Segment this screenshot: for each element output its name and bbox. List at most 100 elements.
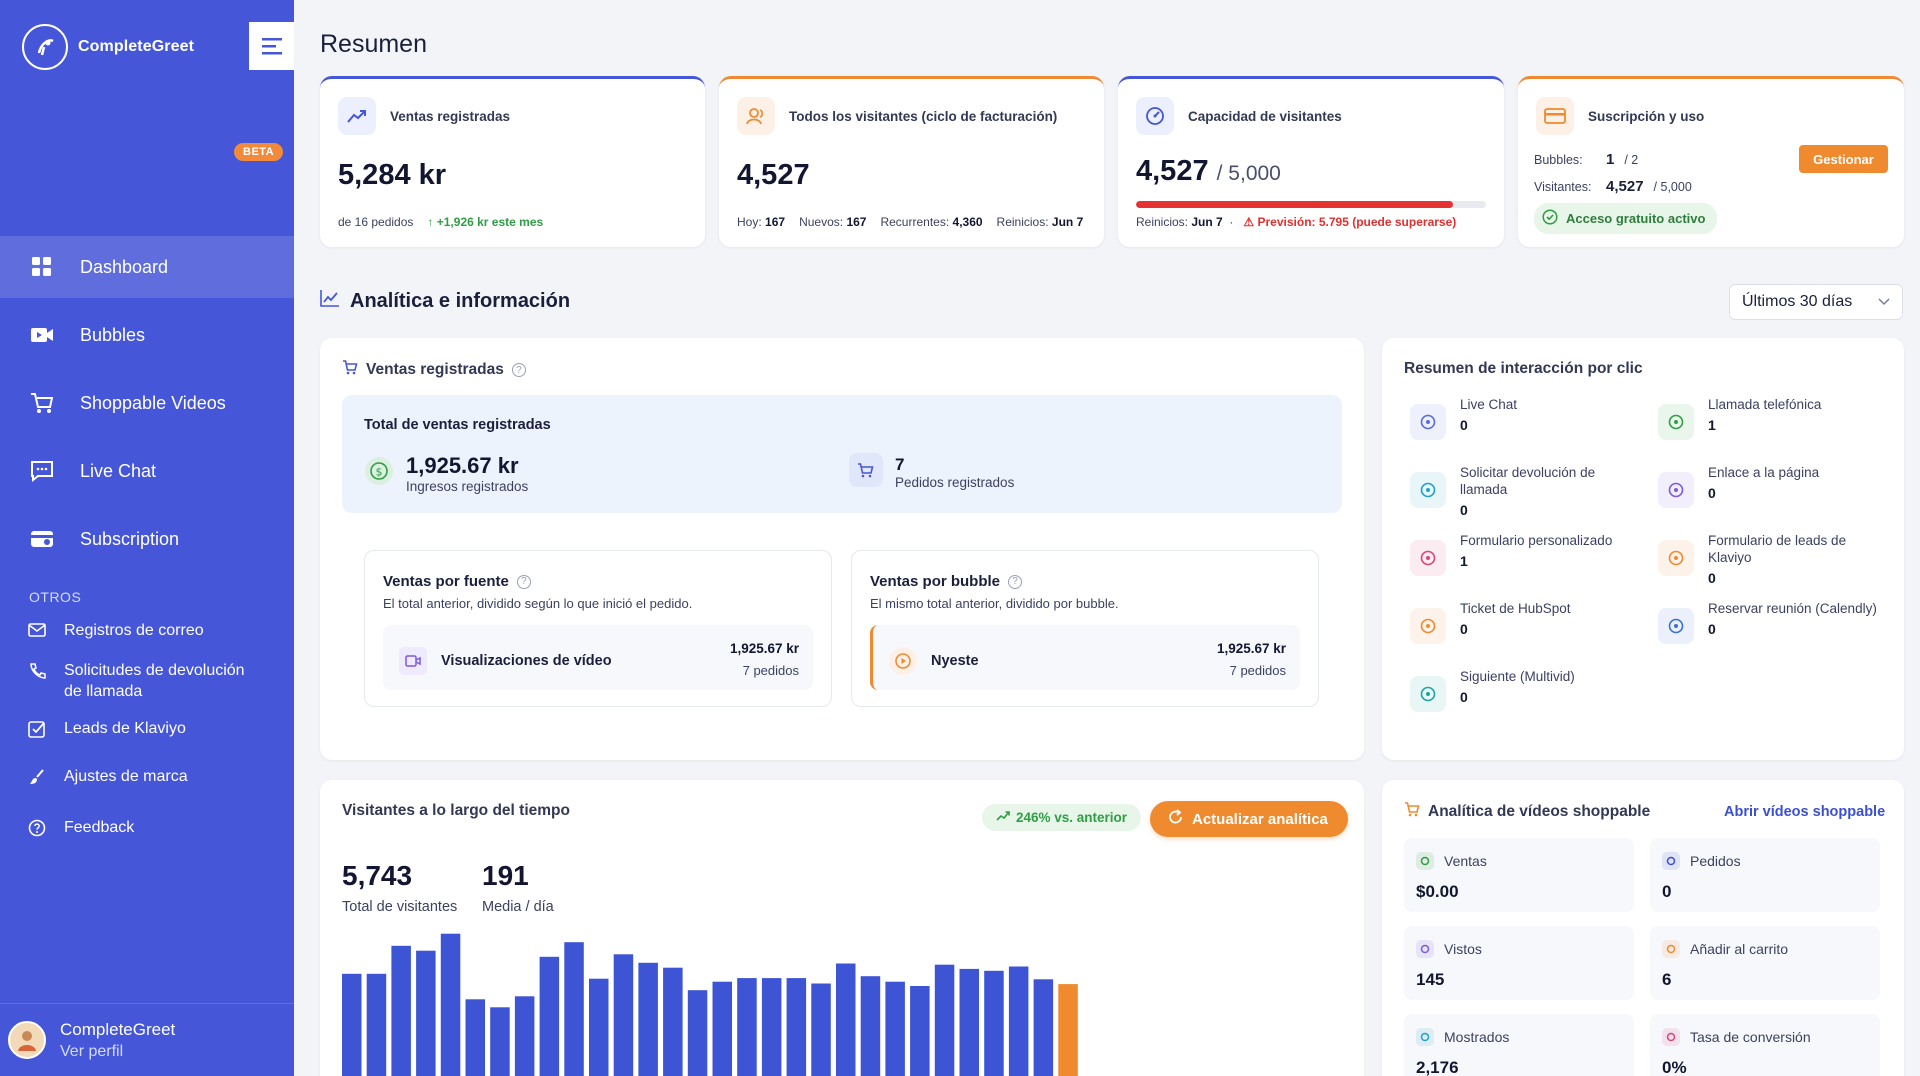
nav-item-email-logs[interactable]: Registros de correo <box>0 620 294 652</box>
interaction-value: 1 <box>1708 417 1716 433</box>
interaction-label: Solicitar devolución de llamada <box>1460 465 1596 497</box>
metric-value: 6 <box>1662 970 1672 989</box>
chart-bar[interactable] <box>613 954 634 1076</box>
chart-bar[interactable] <box>737 978 757 1076</box>
chart-bar[interactable] <box>984 970 1004 1076</box>
open-shoppable-videos-link[interactable]: Abrir vídeos shoppable <box>1724 804 1885 820</box>
sales-by-source-desc: El total anterior, dividido según lo que… <box>383 596 693 611</box>
nav-item-callback-requests[interactable]: Solicitudes de devolución de llamada <box>0 660 260 712</box>
chart-bar[interactable] <box>885 981 905 1076</box>
chat-icon <box>30 459 54 483</box>
interaction-value: 0 <box>1460 621 1468 637</box>
brand[interactable]: CompleteGreet <box>22 24 194 70</box>
chart-bar[interactable] <box>811 983 831 1076</box>
total-sales-title: Total de ventas registradas <box>364 417 551 433</box>
interaction-label: Ticket de HubSpot <box>1460 601 1571 616</box>
sales-by-bubble-desc: El mismo total anterior, dividido por bu… <box>870 596 1119 611</box>
interaction-value: 0 <box>1460 417 1468 433</box>
metric-icon <box>1416 852 1434 870</box>
view-profile-link[interactable]: Ver perfil <box>60 1043 175 1061</box>
stat-title: Ventas registradas <box>390 108 511 124</box>
nav-item-live-chat[interactable]: Live Chat <box>0 440 294 502</box>
manage-subscription-button[interactable]: Gestionar <box>1799 145 1888 173</box>
check-square-icon <box>28 720 46 738</box>
metric-label: Pedidos <box>1690 853 1741 869</box>
beta-badge: BETA <box>234 143 284 161</box>
trend-up-icon <box>996 810 1010 825</box>
chart-bar[interactable] <box>638 962 658 1076</box>
refresh-analytics-button[interactable]: Actualizar analítica <box>1150 801 1348 837</box>
nav-item-label: Dashboard <box>80 256 169 277</box>
chart-bar[interactable] <box>342 973 362 1076</box>
visitors-delta-chip: 246% vs. anterior <box>982 804 1142 831</box>
interaction-icon <box>1410 540 1446 576</box>
nav-item-feedback[interactable]: Feedback <box>0 817 294 849</box>
chart-bar[interactable] <box>514 996 535 1076</box>
nav-item-shoppable-videos[interactable]: Shoppable Videos <box>0 372 294 434</box>
interaction-item: Llamada telefónica 1 <box>1658 396 1888 440</box>
profile-link[interactable]: CompleteGreet Ver perfil <box>0 1003 294 1076</box>
bubble-row-nyeste[interactable]: Nyeste 1,925.67 kr 7 pedidos <box>870 625 1300 690</box>
chart-bar[interactable] <box>366 973 387 1076</box>
chart-bar[interactable] <box>687 990 708 1076</box>
nav-item-klaviyo-leads[interactable]: Leads de Klaviyo <box>0 718 294 750</box>
chart-bar[interactable] <box>1058 984 1078 1076</box>
interaction-value: 0 <box>1708 570 1716 586</box>
main-nav: Dashboard Bubbles Shoppable Videos Live … <box>0 236 294 576</box>
chart-bar[interactable] <box>539 956 560 1076</box>
chart-bar[interactable] <box>1033 979 1054 1076</box>
chart-bar[interactable] <box>440 933 461 1076</box>
chart-bar[interactable] <box>934 964 955 1076</box>
chart-bar[interactable] <box>910 986 930 1076</box>
analytics-section-title: Analítica e información <box>320 289 570 313</box>
nav-item-bubbles[interactable]: Bubbles <box>0 304 294 366</box>
chart-bar[interactable] <box>663 967 683 1076</box>
chart-bar[interactable] <box>786 978 807 1076</box>
refresh-icon <box>1168 809 1184 829</box>
shoppable-metric: Vistos 145 <box>1404 926 1634 1000</box>
nav-item-dashboard[interactable]: Dashboard <box>0 236 294 298</box>
interaction-icon <box>1410 472 1446 508</box>
menu-toggle-button[interactable] <box>249 22 294 70</box>
chart-bar[interactable] <box>712 981 733 1076</box>
help-icon[interactable]: ? <box>1008 574 1023 589</box>
grid-icon <box>30 255 54 279</box>
chart-bar[interactable] <box>836 963 856 1076</box>
chart-bar[interactable] <box>416 950 436 1076</box>
metric-value: 0% <box>1662 1058 1687 1076</box>
shoppable-metric: Mostrados 2,176 <box>1404 1014 1634 1076</box>
metric-value: 145 <box>1416 970 1445 989</box>
nav-item-brand-settings[interactable]: Ajustes de marca <box>0 766 294 798</box>
chart-bar[interactable] <box>761 978 782 1076</box>
chart-bar[interactable] <box>1008 966 1029 1076</box>
interaction-title: Resumen de interacción por clic <box>1404 360 1643 377</box>
total-visitors-value: 5,743 <box>342 860 413 891</box>
metric-icon <box>1416 940 1434 958</box>
orders-count: de 16 pedidos <box>338 215 414 229</box>
help-icon[interactable]: ? <box>511 363 526 377</box>
source-row-video-views[interactable]: Visualizaciones de vídeo 1,925.67 kr 7 p… <box>383 625 813 690</box>
help-icon[interactable]: ? <box>516 574 531 589</box>
chart-bar[interactable] <box>589 978 609 1076</box>
chart-bar[interactable] <box>959 968 980 1076</box>
interaction-icon <box>1410 676 1446 712</box>
shoppable-analytics-card: Analítica de vídeos shoppable Abrir víde… <box>1382 780 1904 1076</box>
chart-bar[interactable] <box>490 1007 510 1076</box>
chart-bar[interactable] <box>860 976 881 1076</box>
visitors-card-title: Visitantes a lo largo del tiempo <box>342 802 570 819</box>
nav-item-subscription[interactable]: Subscription <box>0 508 294 570</box>
chart-bar[interactable] <box>465 999 486 1076</box>
interaction-item: Formulario personalizado 1 <box>1410 532 1640 576</box>
stat-card-visitors: Todos los visitantes (ciclo de facturaci… <box>719 76 1104 247</box>
date-range-select[interactable]: Últimos 30 días <box>1729 284 1903 320</box>
interaction-summary-card: Resumen de interacción por clic Live Cha… <box>1382 338 1904 760</box>
warning-icon: ⚠ <box>1243 215 1255 229</box>
capacity-progress-fill <box>1136 201 1453 208</box>
hamburger-icon <box>261 38 282 55</box>
chart-bar[interactable] <box>391 945 411 1076</box>
chart-bar[interactable] <box>564 942 584 1076</box>
nav-item-label: Live Chat <box>80 460 157 481</box>
page-title: Resumen <box>320 30 427 58</box>
cart-icon <box>30 391 54 415</box>
others-nav: Registros de correo Solicitudes de devol… <box>0 620 294 849</box>
